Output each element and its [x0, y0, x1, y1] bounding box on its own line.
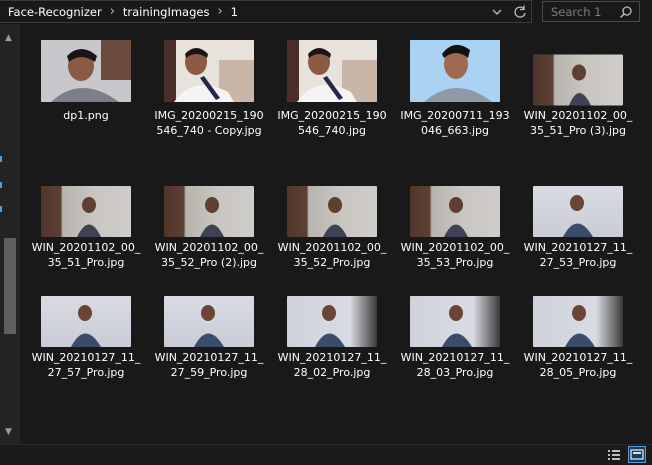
file-thumbnail[interactable]	[41, 296, 131, 347]
person-photo-icon	[565, 305, 595, 347]
file-item[interactable]: WIN_20210127_11_27_53_Pro.jpg	[522, 186, 634, 286]
file-thumbnail[interactable]	[164, 40, 254, 102]
file-thumbnail[interactable]	[164, 186, 254, 237]
file-thumbnail[interactable]	[164, 296, 254, 347]
breadcrumb[interactable]: Face-Recognizer › trainingImages › 1	[0, 0, 532, 23]
person-photo-icon	[444, 197, 468, 237]
file-item[interactable]: IMG_20200215_190546_740 - Copy.jpg	[153, 40, 265, 185]
refresh-icon[interactable]	[512, 4, 528, 20]
details-view-icon[interactable]	[606, 447, 622, 463]
person-photo-icon	[71, 305, 101, 347]
file-item[interactable]: WIN_20210127_11_28_02_Pro.jpg	[276, 296, 388, 396]
title-bar: Face-Recognizer › trainingImages › 1 Sea…	[0, 0, 652, 24]
navigation-pane-marker	[0, 156, 2, 162]
file-thumbnail[interactable]	[287, 186, 377, 237]
scroll-up-icon[interactable]: ▲	[5, 33, 12, 43]
file-thumbnail[interactable]	[41, 40, 131, 102]
navigation-pane-marker	[0, 206, 2, 212]
file-thumbnail[interactable]	[533, 296, 623, 347]
file-name[interactable]: WIN_20210127_11_28_02_Pro.jpg	[276, 350, 388, 380]
file-item[interactable]: dp1.png	[30, 40, 142, 170]
file-name[interactable]: WIN_20201102_00_35_52_Pro (2).jpg	[153, 240, 265, 270]
breadcrumb-item-trainingimages[interactable]: trainingImages	[123, 5, 210, 19]
file-thumbnail[interactable]	[533, 54, 623, 106]
file-item[interactable]: WIN_20210127_11_27_59_Pro.jpg	[153, 296, 265, 396]
file-name[interactable]: WIN_20201102_00_35_51_Pro.jpg	[30, 240, 142, 270]
file-item[interactable]: WIN_20201102_00_35_52_Pro (2).jpg	[153, 186, 265, 301]
file-item[interactable]: WIN_20201102_00_35_53_Pro.jpg	[399, 186, 511, 286]
breadcrumb-item-face-recognizer[interactable]: Face-Recognizer	[8, 5, 102, 19]
person-photo-icon	[164, 40, 254, 102]
file-thumbnail[interactable]	[287, 40, 377, 102]
file-name[interactable]: IMG_20200711_193046_663.jpg	[399, 108, 511, 138]
file-item[interactable]: WIN_20201102_00_35_51_Pro (3).jpg	[522, 40, 634, 170]
person-photo-icon	[410, 40, 500, 102]
file-name[interactable]: WIN_20201102_00_35_53_Pro.jpg	[399, 240, 511, 270]
file-item[interactable]: WIN_20201102_00_35_52_Pro.jpg	[276, 186, 388, 286]
person-photo-icon	[77, 197, 101, 237]
breadcrumb-item-1[interactable]: 1	[231, 5, 238, 19]
file-item[interactable]: WIN_20210127_11_28_03_Pro.jpg	[399, 296, 511, 396]
file-item[interactable]: IMG_20200215_190546_740.jpg	[276, 40, 388, 170]
person-photo-icon	[323, 197, 347, 237]
file-name[interactable]: dp1.png	[30, 108, 142, 123]
large-icons-view-icon[interactable]	[628, 446, 646, 463]
person-photo-icon	[569, 64, 591, 106]
breadcrumb-separator[interactable]: ›	[110, 5, 115, 18]
chevron-down-icon[interactable]	[490, 5, 504, 19]
file-name[interactable]: IMG_20200215_190546_740.jpg	[276, 108, 388, 138]
file-thumbnail[interactable]	[533, 186, 623, 237]
file-thumbnail[interactable]	[41, 186, 131, 237]
file-item[interactable]: WIN_20210127_11_27_57_Pro.jpg	[30, 296, 142, 396]
breadcrumb-separator[interactable]: ›	[217, 5, 222, 18]
file-name[interactable]: WIN_20210127_11_27_59_Pro.jpg	[153, 350, 265, 380]
person-photo-icon	[194, 305, 224, 347]
person-photo-icon	[287, 40, 377, 102]
file-name[interactable]: WIN_20210127_11_27_53_Pro.jpg	[522, 240, 634, 270]
file-thumbnail[interactable]	[410, 186, 500, 237]
file-item[interactable]: WIN_20210127_11_28_05_Pro.jpg	[522, 296, 634, 396]
file-name[interactable]: WIN_20210127_11_28_05_Pro.jpg	[522, 350, 634, 380]
navigation-pane-marker	[0, 182, 2, 188]
file-name[interactable]: WIN_20201102_00_35_51_Pro (3).jpg	[522, 108, 634, 138]
file-name[interactable]: WIN_20210127_11_27_57_Pro.jpg	[30, 350, 142, 380]
file-name[interactable]: IMG_20200215_190546_740 - Copy.jpg	[153, 108, 265, 138]
file-thumbnail[interactable]	[287, 296, 377, 347]
search-input[interactable]: Search 1	[551, 5, 601, 19]
file-name[interactable]: WIN_20210127_11_28_03_Pro.jpg	[399, 350, 511, 380]
file-item[interactable]: WIN_20201102_00_35_51_Pro.jpg	[30, 186, 142, 286]
status-bar	[0, 444, 652, 464]
scrollbar-thumb[interactable]	[4, 238, 16, 334]
person-photo-icon	[41, 40, 131, 102]
search-icon[interactable]	[619, 5, 633, 19]
person-photo-icon	[315, 305, 345, 347]
file-grid: dp1.png IMG_20200215_190546_740 - Copy.j…	[20, 24, 652, 444]
person-photo-icon	[200, 197, 224, 237]
file-item[interactable]: IMG_20200711_193046_663.jpg	[399, 40, 511, 170]
file-thumbnail[interactable]	[410, 296, 500, 347]
file-thumbnail[interactable]	[410, 40, 500, 102]
person-photo-icon	[563, 195, 593, 237]
navigation-pane-scrollbar[interactable]: ▲ ▼	[0, 24, 20, 444]
scroll-down-icon[interactable]: ▼	[5, 427, 12, 437]
search-box[interactable]: Search 1	[542, 1, 640, 22]
file-name[interactable]: WIN_20201102_00_35_52_Pro.jpg	[276, 240, 388, 270]
person-photo-icon	[442, 305, 472, 347]
